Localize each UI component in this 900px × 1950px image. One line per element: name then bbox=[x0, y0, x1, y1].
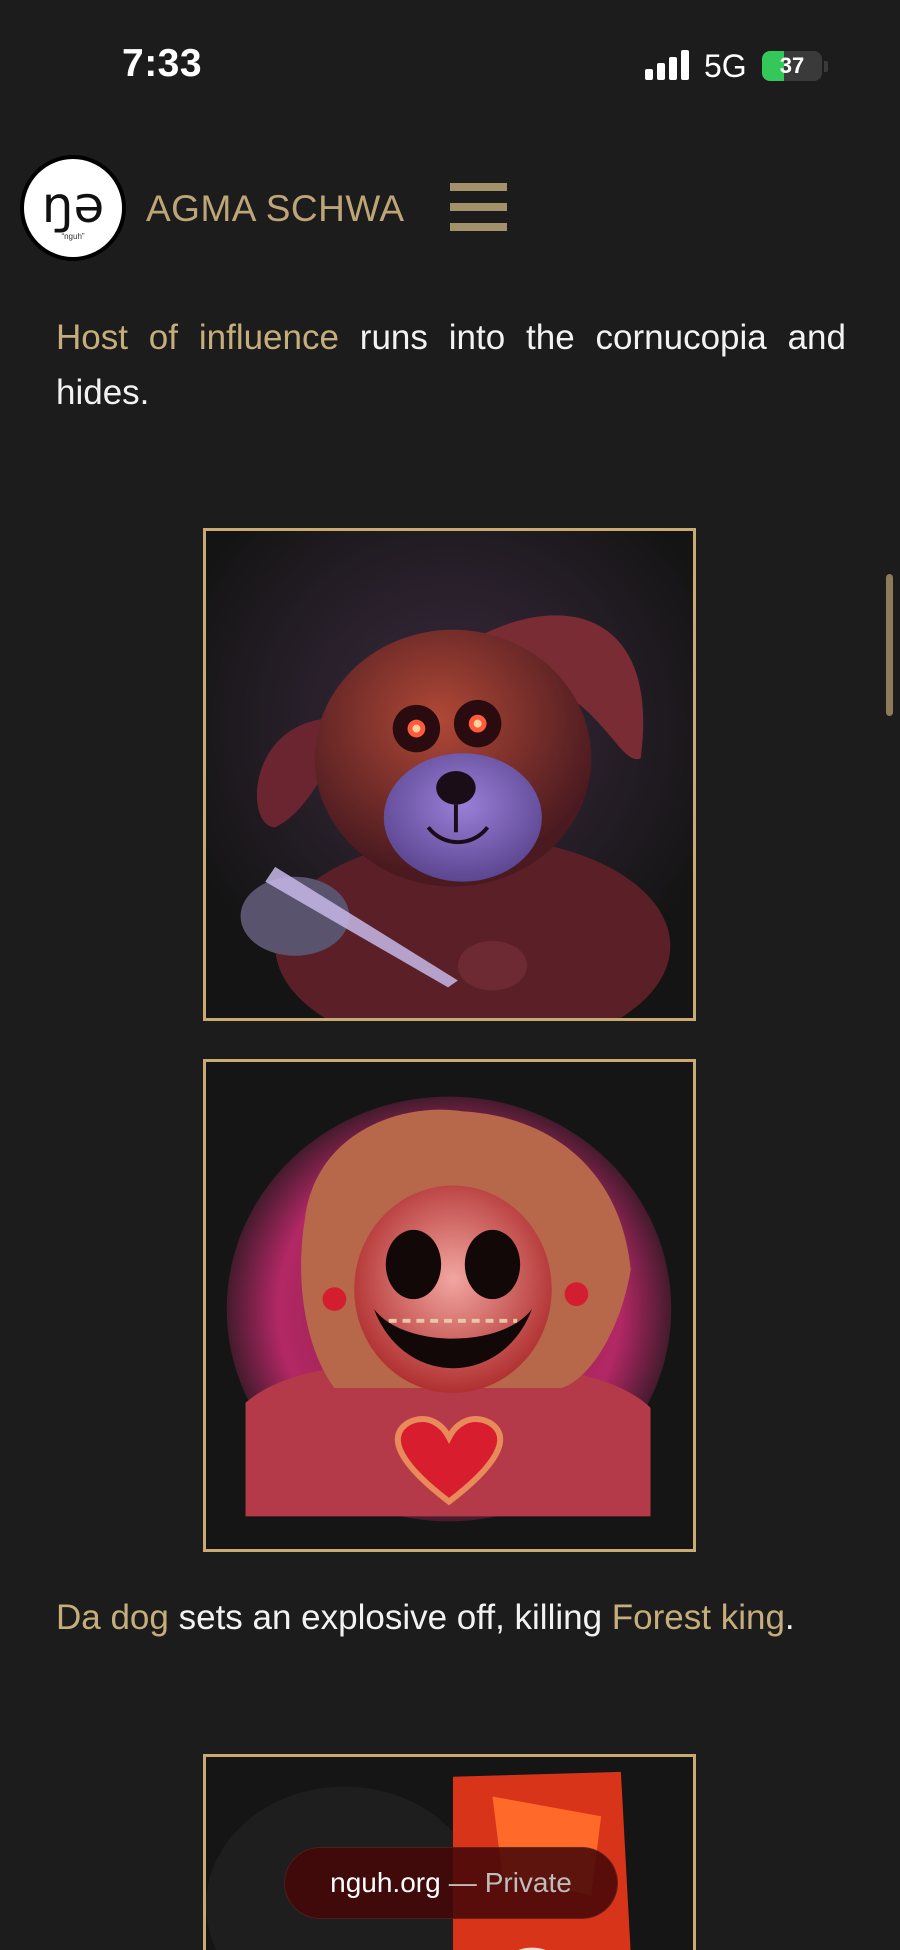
event-text: sets an explosive off, killing bbox=[168, 1598, 612, 1637]
private-mode-label: Private bbox=[484, 1867, 572, 1898]
url-separator: — bbox=[448, 1867, 477, 1898]
signal-icon bbox=[645, 50, 691, 80]
event-paragraph-1: Host of influence runs into the cornucop… bbox=[56, 310, 846, 420]
tribute-link-host-of-influence[interactable]: Host of influence bbox=[56, 318, 339, 357]
battery-icon: 37 bbox=[762, 51, 822, 81]
event-paragraph-2: Da dog sets an explosive off, killing Fo… bbox=[56, 1590, 846, 1645]
network-type: 5G bbox=[704, 48, 747, 84]
logo-caption: “nguh” bbox=[61, 231, 85, 241]
event-text-end: . bbox=[784, 1598, 795, 1637]
status-bar: 7:33 5G 37 bbox=[0, 0, 900, 130]
tribute-image-dog bbox=[203, 528, 696, 1021]
site-logo[interactable]: ŋə “nguh” bbox=[20, 155, 126, 261]
status-time: 7:33 bbox=[122, 42, 203, 85]
plush-dog-illustration bbox=[206, 531, 693, 1018]
ragdoll-clown-illustration bbox=[206, 1062, 693, 1549]
site-title[interactable]: AGMA SCHWA bbox=[146, 188, 405, 230]
tribute-link-da-dog[interactable]: Da dog bbox=[56, 1598, 169, 1637]
logo-glyph: ŋə bbox=[41, 175, 105, 234]
battery-cap bbox=[824, 61, 828, 72]
battery-level: 37 bbox=[779, 53, 805, 78]
browser-address-bar[interactable]: nguh.org — Private bbox=[284, 1847, 618, 1919]
tribute-link-forest-king[interactable]: Forest king bbox=[612, 1598, 785, 1637]
url-domain: nguh.org bbox=[330, 1867, 441, 1898]
site-header: ŋə “nguh” AGMA SCHWA bbox=[0, 150, 900, 280]
scrollbar[interactable] bbox=[886, 574, 893, 716]
tribute-image-ragdoll bbox=[203, 1059, 696, 1552]
hamburger-menu-icon[interactable] bbox=[450, 183, 507, 231]
